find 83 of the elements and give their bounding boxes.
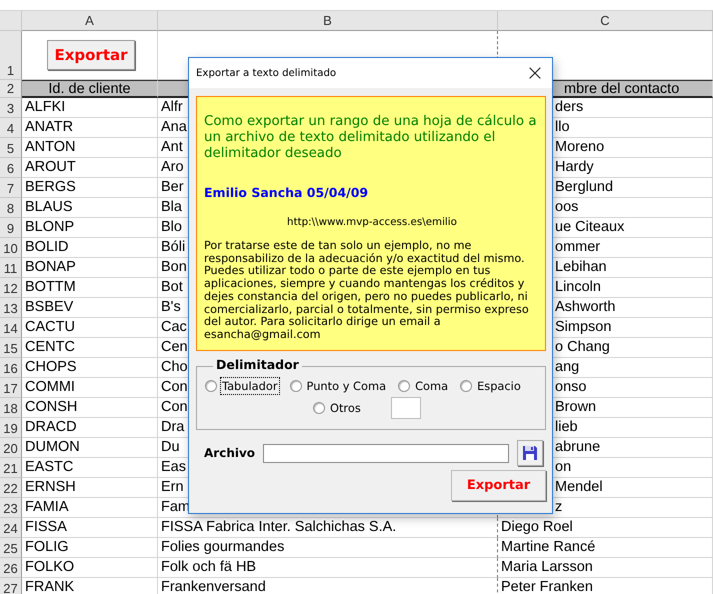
table-cell: Maria Larsson bbox=[498, 558, 713, 578]
table-cell: CONSH bbox=[22, 398, 158, 418]
row-number[interactable]: 6 bbox=[0, 158, 22, 178]
radio-button[interactable] bbox=[313, 402, 325, 414]
column-header[interactable]: A bbox=[22, 11, 158, 31]
row-number[interactable]: 20 bbox=[0, 438, 22, 458]
row-number[interactable]: 5 bbox=[0, 138, 22, 158]
table-cell: FOLIG bbox=[22, 538, 158, 558]
row-number[interactable]: 10 bbox=[0, 238, 22, 258]
row-number[interactable]: 16 bbox=[0, 358, 22, 378]
radio-button[interactable] bbox=[290, 380, 302, 392]
row-number[interactable]: 2 bbox=[0, 80, 22, 98]
column-title: Id. de cliente bbox=[22, 80, 158, 98]
table-cell: FOLKO bbox=[22, 558, 158, 578]
row-number[interactable]: 14 bbox=[0, 318, 22, 338]
table-cell: COMMI bbox=[22, 378, 158, 398]
website-url: http:\\www.mvp-access.es\emilio bbox=[286, 216, 458, 228]
table-cell: DUMON bbox=[22, 438, 158, 458]
table-cell: Diego Roel bbox=[498, 518, 713, 538]
table-cell: BLAUS bbox=[22, 198, 158, 218]
table-cell: DRACD bbox=[22, 418, 158, 438]
row-number[interactable]: 11 bbox=[0, 258, 22, 278]
table-cell: ANTON bbox=[22, 138, 158, 158]
table-cell: CHOPS bbox=[22, 358, 158, 378]
file-label: Archivo bbox=[204, 446, 256, 460]
option-label[interactable]: Punto y Coma bbox=[304, 377, 388, 395]
row-number[interactable]: 3 bbox=[0, 98, 22, 118]
other-delimiter-field[interactable] bbox=[390, 397, 421, 419]
table-cell: FRANK bbox=[22, 578, 158, 594]
table-cell: ALFKI bbox=[22, 98, 158, 118]
table-cell: AROUT bbox=[22, 158, 158, 178]
row-number[interactable]: 8 bbox=[0, 198, 22, 218]
table-cell: BOLID bbox=[22, 238, 158, 258]
row-number[interactable]: 1 bbox=[0, 31, 22, 80]
row-number[interactable]: 22 bbox=[0, 478, 22, 498]
export-button[interactable]: Exportar bbox=[47, 40, 135, 70]
table-cell: CENTC bbox=[22, 338, 158, 358]
table-cell: BSBEV bbox=[22, 298, 158, 318]
row-number[interactable]: 19 bbox=[0, 418, 22, 438]
table-cell: BOTTM bbox=[22, 278, 158, 298]
column-header[interactable]: C bbox=[498, 11, 713, 31]
row-number[interactable]: 12 bbox=[0, 278, 22, 298]
row-number[interactable]: 18 bbox=[0, 398, 22, 418]
table-cell: ERNSH bbox=[22, 478, 158, 498]
radio-button[interactable] bbox=[460, 380, 472, 392]
window-title: Exportar a texto delimitado bbox=[196, 68, 336, 78]
row-number[interactable]: 17 bbox=[0, 378, 22, 398]
table-cell: BERGS bbox=[22, 178, 158, 198]
row-number[interactable]: 9 bbox=[0, 218, 22, 238]
table-cell: Martine Rancé bbox=[498, 538, 713, 558]
file-path-field[interactable] bbox=[263, 444, 510, 462]
table-cell: FAMIA bbox=[22, 498, 158, 518]
row-number[interactable]: 7 bbox=[0, 178, 22, 198]
row-number[interactable]: 23 bbox=[0, 498, 22, 518]
table-cell: Peter Franken bbox=[498, 578, 713, 594]
table-cell: FISSA bbox=[22, 518, 158, 538]
group-label: Delimitador bbox=[213, 357, 302, 372]
table-cell: BONAP bbox=[22, 258, 158, 278]
author-date: Emilio Sancha 05/04/09 bbox=[204, 185, 370, 200]
row-number[interactable]: 24 bbox=[0, 518, 22, 538]
save-button[interactable] bbox=[517, 440, 544, 466]
export-button[interactable]: Exportar bbox=[451, 470, 546, 501]
radio-button[interactable] bbox=[398, 380, 410, 392]
row-number[interactable]: 15 bbox=[0, 338, 22, 358]
row-number[interactable]: 13 bbox=[0, 298, 22, 318]
option-label[interactable]: Coma bbox=[413, 377, 450, 395]
option-label[interactable]: Otros bbox=[328, 399, 363, 417]
table-cell: CACTU bbox=[22, 318, 158, 338]
table-cell: Folk och fä HB bbox=[158, 558, 498, 578]
table-cell: Frankenversand bbox=[158, 578, 498, 594]
row-number[interactable]: 4 bbox=[0, 118, 22, 138]
row-number[interactable]: 26 bbox=[0, 558, 22, 578]
column-header[interactable]: B bbox=[158, 11, 498, 31]
table-cell: EASTC bbox=[22, 458, 158, 478]
row-number[interactable]: 21 bbox=[0, 458, 22, 478]
table-cell: Folies gourmandes bbox=[158, 538, 498, 558]
radio-button[interactable] bbox=[205, 380, 217, 392]
row-number[interactable]: 25 bbox=[0, 538, 22, 558]
table-cell: ANATR bbox=[22, 118, 158, 138]
row-number[interactable]: 27 bbox=[0, 578, 22, 594]
table-cell: FISSA Fabrica Inter. Salchichas S.A. bbox=[158, 518, 498, 538]
option-label[interactable]: Tabulador bbox=[220, 377, 280, 395]
table-cell: BLONP bbox=[22, 218, 158, 238]
